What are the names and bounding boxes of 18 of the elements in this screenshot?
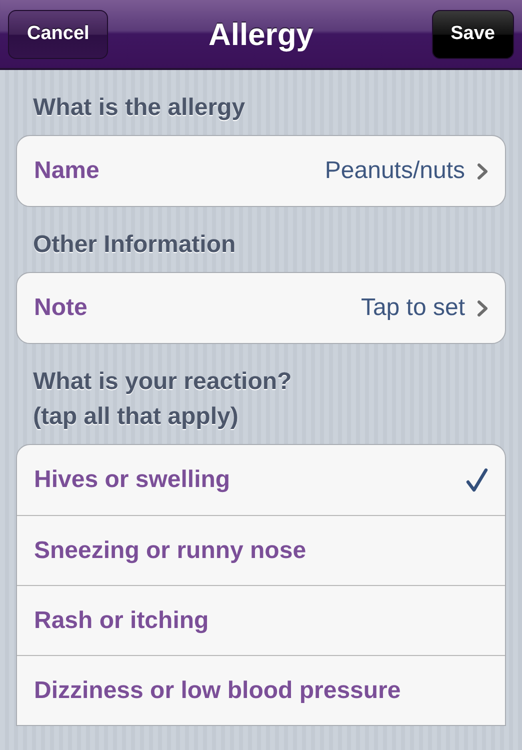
chevron-icon: [477, 300, 488, 316]
field-label: Name: [34, 157, 100, 185]
detail-row[interactable]: Name Peanuts/nuts: [17, 136, 505, 206]
chevron-icon: [477, 162, 488, 180]
cancel-button[interactable]: Cancel: [8, 10, 108, 58]
reaction-option[interactable]: Rash or itching: [17, 585, 505, 655]
field-value: Peanuts/nuts: [324, 157, 465, 185]
reaction-option[interactable]: Hives or swelling: [17, 445, 505, 515]
reaction-option[interactable]: Sneezing or runny nose: [17, 515, 505, 585]
reaction-option[interactable]: Dizziness or low blood pressure: [17, 655, 505, 725]
field-value: Tap to set: [360, 294, 465, 322]
section-header: What is your reaction? (tap all that apply): [32, 367, 293, 432]
section-header: What is the allergy: [32, 93, 246, 123]
field-label: Note: [34, 294, 88, 322]
detail-row[interactable]: Note Tap to set: [17, 273, 505, 343]
screen-title: Allergy: [208, 16, 314, 52]
save-button[interactable]: Save: [432, 10, 514, 58]
section-header: Other Information: [32, 230, 237, 260]
